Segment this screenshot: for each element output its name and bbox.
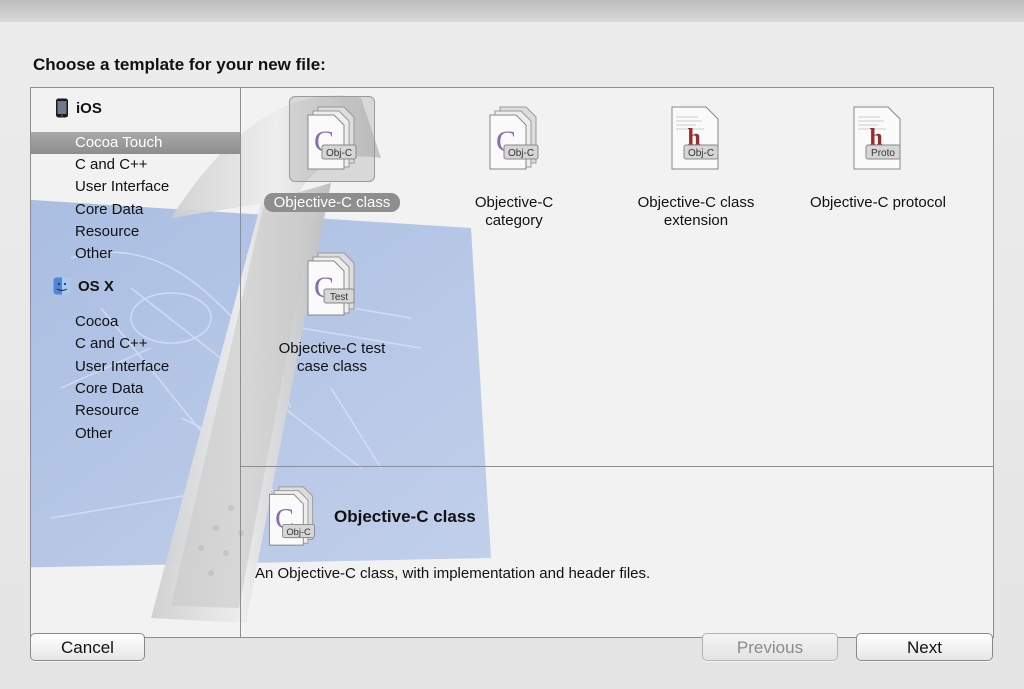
template-grid: C Obj-C Objective-C class C Obj-C Object…	[241, 88, 993, 467]
template-objective-c-class-extension[interactable]: h Obj-C Objective-C class extension	[611, 96, 781, 230]
sidebar-item-other[interactable]: Other	[31, 423, 240, 445]
template-icon-frame: C Obj-C	[289, 96, 375, 182]
svg-text:Obj-C: Obj-C	[286, 526, 311, 537]
template-detail: C Obj-C Objective-C class An Objective-C…	[241, 467, 993, 637]
objc-header-file-icon: h Obj-C	[671, 106, 719, 170]
template-label-line2: case class	[296, 358, 368, 375]
objc-class-file-icon: C Obj-C	[307, 106, 357, 170]
svg-text:Obj-C: Obj-C	[688, 148, 714, 159]
svg-text:Proto: Proto	[871, 148, 895, 159]
svg-text:Obj-C: Obj-C	[508, 148, 534, 159]
template-label: Objective-C protocol	[810, 194, 946, 211]
cancel-button[interactable]: Cancel	[30, 633, 145, 661]
sidebar-item-user-interface[interactable]: User Interface	[31, 176, 240, 198]
template-objective-c-category[interactable]: C Obj-C Objective-C category	[429, 96, 599, 230]
detail-description: An Objective-C class, with implementatio…	[255, 565, 651, 582]
sidebar-group-osx: OS X	[53, 277, 114, 295]
sidebar-item-cocoa-touch[interactable]: Cocoa Touch	[31, 132, 240, 154]
template-label-line2: extension	[663, 212, 729, 229]
template-label: Objective-C test	[278, 340, 386, 357]
svg-text:Obj-C: Obj-C	[326, 148, 352, 159]
sidebar-item-cocoa[interactable]: Cocoa	[31, 311, 240, 333]
objc-protocol-file-icon: h Proto	[853, 106, 901, 170]
sidebar-item-c-and-cpp[interactable]: C and C++	[31, 154, 240, 176]
previous-button[interactable]: Previous	[702, 633, 838, 661]
template-label: Objective-C class	[263, 193, 401, 212]
new-file-sheet: Choose a template for your new file: iOS…	[0, 22, 1024, 689]
template-category-sidebar: iOS Cocoa Touch C and C++ User Interface…	[31, 88, 241, 637]
template-icon-frame: C Test	[289, 242, 375, 328]
sidebar-item-c-and-cpp[interactable]: C and C++	[31, 333, 240, 355]
template-objective-c-class[interactable]: C Obj-C Objective-C class	[247, 96, 417, 212]
objc-class-file-icon: C Obj-C	[268, 486, 316, 546]
sidebar-item-core-data[interactable]: Core Data	[31, 378, 240, 400]
template-panel: iOS Cocoa Touch C and C++ User Interface…	[30, 87, 994, 638]
svg-text:Test: Test	[330, 292, 349, 303]
template-objective-c-test-case-class[interactable]: C Test Objective-C test case class	[247, 242, 417, 376]
template-icon-frame: C Obj-C	[471, 96, 557, 182]
template-label: Objective-C	[474, 194, 554, 211]
sidebar-group-label: OS X	[78, 277, 114, 295]
sidebar-item-resource[interactable]: Resource	[31, 221, 240, 243]
dialog-title: Choose a template for your new file:	[33, 55, 326, 74]
objc-category-file-icon: C Obj-C	[489, 106, 539, 170]
sidebar-item-core-data[interactable]: Core Data	[31, 199, 240, 221]
objc-test-file-icon: C Test	[307, 252, 355, 316]
template-label: Objective-C class	[637, 194, 755, 211]
template-icon-frame: h Obj-C	[653, 96, 739, 182]
template-icon-frame: h Proto	[835, 96, 921, 182]
sidebar-item-user-interface[interactable]: User Interface	[31, 356, 240, 378]
template-label-line2: category	[485, 212, 543, 229]
template-objective-c-protocol[interactable]: h Proto Objective-C protocol	[793, 96, 963, 212]
sidebar-group-label: iOS	[76, 99, 102, 117]
detail-title: Objective-C class	[334, 507, 476, 526]
next-button[interactable]: Next	[856, 633, 993, 661]
finder-icon	[53, 277, 71, 295]
sidebar-item-resource[interactable]: Resource	[31, 400, 240, 422]
background-window-titlebar	[0, 0, 1024, 23]
sidebar-item-other[interactable]: Other	[31, 243, 240, 265]
iphone-icon	[56, 98, 68, 118]
sidebar-group-ios: iOS	[55, 98, 102, 118]
